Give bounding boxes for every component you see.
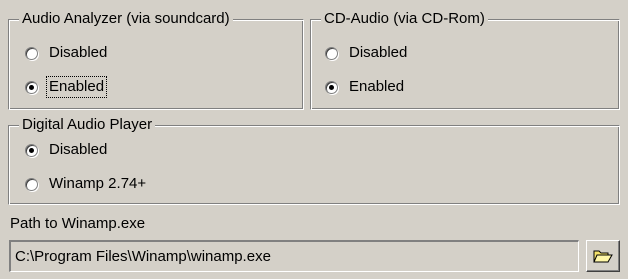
radio-button[interactable] — [325, 80, 338, 94]
radio-button[interactable] — [325, 46, 338, 60]
radio-button[interactable] — [25, 46, 38, 60]
radio-label: Disabled — [49, 44, 108, 61]
cd-audio-group-title: CD-Audio (via CD-Rom) — [321, 10, 488, 28]
cd-audio-disabled-option[interactable]: Disabled — [325, 42, 409, 64]
folder-open-icon — [593, 248, 613, 264]
radio-label: Disabled — [349, 44, 408, 61]
digital-audio-player-group: Digital Audio Player Disabled Winamp 2.7… — [8, 116, 620, 205]
audio-analyzer-group: Audio Analyzer (via soundcard) Disabled … — [8, 10, 304, 110]
audio-analyzer-group-title: Audio Analyzer (via soundcard) — [19, 10, 233, 28]
radio-label: Enabled — [45, 76, 108, 98]
winamp-path-field[interactable]: C:\Program Files\Winamp\winamp.exe — [9, 240, 579, 272]
digital-audio-player-winamp-option[interactable]: Winamp 2.74+ — [25, 173, 148, 195]
radio-label: Winamp 2.74+ — [49, 175, 147, 192]
radio-label: Disabled — [49, 141, 108, 158]
audio-analyzer-disabled-option[interactable]: Disabled — [25, 42, 109, 64]
cd-audio-group: CD-Audio (via CD-Rom) Disabled Enabled — [310, 10, 620, 110]
radio-button[interactable] — [25, 143, 38, 157]
radio-label: Enabled — [349, 78, 405, 95]
browse-winamp-button[interactable] — [586, 240, 620, 272]
radio-button[interactable] — [25, 80, 38, 94]
winamp-path-label: Path to Winamp.exe — [10, 215, 146, 232]
audio-analyzer-enabled-option[interactable]: Enabled — [25, 76, 108, 98]
cd-audio-enabled-option[interactable]: Enabled — [325, 76, 406, 98]
digital-audio-player-group-title: Digital Audio Player — [19, 116, 156, 134]
digital-audio-player-disabled-option[interactable]: Disabled — [25, 139, 109, 161]
radio-button[interactable] — [25, 177, 38, 191]
